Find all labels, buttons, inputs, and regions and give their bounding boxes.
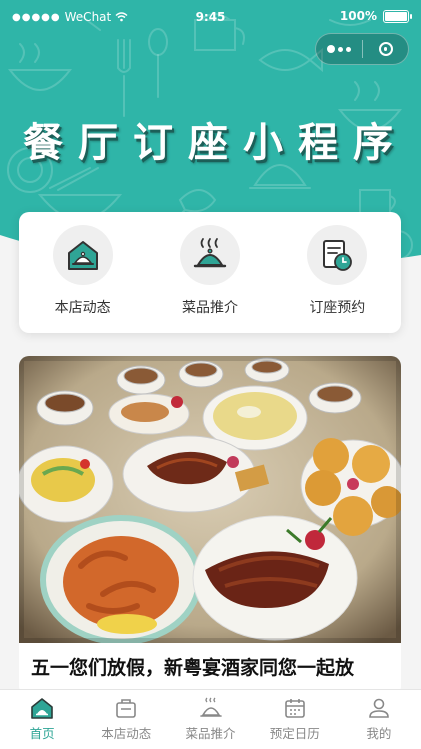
nav-label: 本店动态	[54, 300, 111, 316]
app-title: 餐厅订座小程序	[23, 120, 408, 166]
news-card[interactable]: 五一您们放假，新粤宴酒家同您一起放	[19, 356, 401, 696]
home-icon	[31, 698, 53, 719]
more-options-button[interactable]	[316, 34, 362, 64]
battery-icon	[383, 9, 412, 23]
tab-dishes[interactable]: 菜品推介	[168, 690, 252, 749]
tab-home[interactable]: 首页	[0, 690, 84, 749]
tab-label: 预定日历	[269, 726, 320, 741]
calendar-icon	[284, 699, 305, 718]
house-cloche-icon	[67, 241, 98, 270]
cloche-icon	[199, 697, 222, 717]
tab-label: 我的	[366, 726, 392, 741]
nav-label: 菜品推介	[181, 300, 238, 316]
tab-mine[interactable]: 我的	[337, 690, 421, 749]
tab-label: 菜品推介	[185, 726, 236, 741]
steaming-cloche-icon	[193, 238, 227, 268]
booking-clock-icon	[323, 240, 353, 271]
more-dot-icon	[327, 45, 335, 53]
tab-label: 本店动态	[101, 726, 152, 741]
status-bar: ●●●●● WeChat 9:45 100%	[0, 0, 421, 34]
tab-store-news[interactable]: 本店动态	[84, 690, 168, 749]
nav-label: 订座预约	[309, 300, 366, 316]
news-title: 五一您们放假，新粤宴酒家同您一起放	[31, 657, 355, 679]
close-miniprogram-button[interactable]	[363, 34, 408, 64]
bottom-tab-bar: 首页 本店动态 菜品推介 预定日历 我的	[0, 689, 421, 749]
tab-label: 首页	[29, 726, 55, 741]
user-icon	[369, 698, 389, 718]
nav-item-dishes[interactable]: 菜品推介	[155, 212, 265, 317]
nav-item-store-news[interactable]: 本店动态	[28, 212, 138, 317]
quick-nav-card: 本店动态 菜品推介 订座预约	[19, 212, 401, 333]
miniprogram-capsule	[315, 33, 409, 65]
banquet-dishes-photo	[19, 356, 401, 643]
battery-percent: 100%	[339, 9, 377, 23]
bag-icon	[116, 699, 137, 718]
nav-item-booking[interactable]: 订座预约	[282, 212, 392, 317]
target-close-icon	[378, 42, 393, 56]
tab-calendar[interactable]: 预定日历	[253, 690, 337, 749]
